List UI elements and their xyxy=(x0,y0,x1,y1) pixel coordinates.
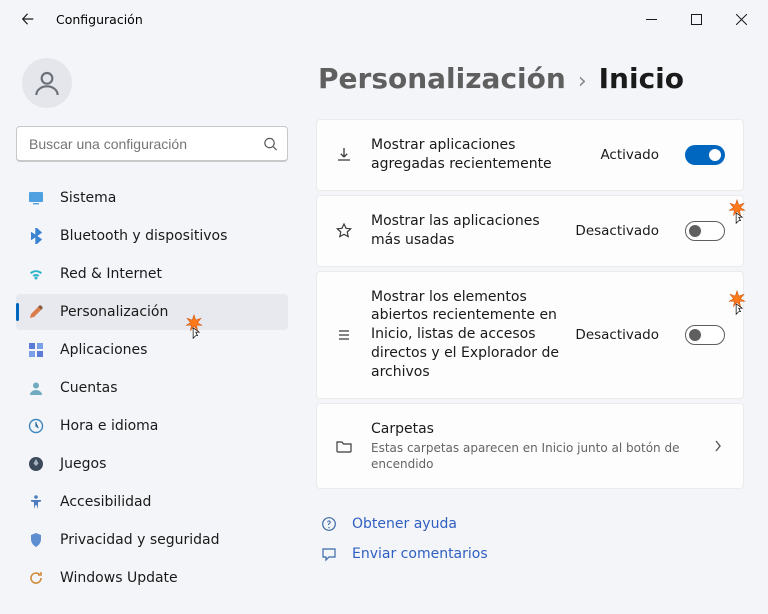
breadcrumb: Personalización › Inicio xyxy=(318,62,744,95)
shield-icon xyxy=(28,532,44,548)
setting-state-label: Activado xyxy=(600,147,659,163)
setting-title: Carpetas xyxy=(371,420,695,439)
apps-icon xyxy=(28,342,44,358)
get-help-link[interactable]: Obtener ayuda xyxy=(320,515,744,533)
sidebar-item-accounts[interactable]: Cuentas xyxy=(16,370,288,406)
sidebar-item-label: Privacidad y seguridad xyxy=(60,532,220,548)
sidebar-item-label: Personalización xyxy=(60,304,168,320)
system-icon xyxy=(28,190,44,206)
sidebar-item-personalization[interactable]: Personalización xyxy=(16,294,288,330)
chevron-right-icon xyxy=(711,439,725,453)
sidebar-item-time[interactable]: Hora e idioma xyxy=(16,408,288,444)
setting-title: Mostrar aplicaciones agregadas recientem… xyxy=(371,136,584,174)
setting-title: Mostrar los elementos abiertos recientem… xyxy=(371,288,559,382)
personalization-icon xyxy=(28,304,44,320)
setting-state-label: Desactivado xyxy=(575,223,659,239)
sidebar-item-network[interactable]: Red & Internet xyxy=(16,256,288,292)
avatar[interactable] xyxy=(22,58,72,108)
main-pane: Personalización › Inicio Mostrar aplicac… xyxy=(296,38,768,614)
toggle-recent-items[interactable] xyxy=(685,325,725,345)
setting-recent-items: Mostrar los elementos abiertos recientem… xyxy=(316,271,744,399)
sidebar-item-label: Sistema xyxy=(60,190,116,206)
wifi-icon xyxy=(28,266,44,282)
toggle-most-used[interactable] xyxy=(685,221,725,241)
help-icon xyxy=(320,515,338,533)
maximize-button[interactable] xyxy=(674,4,719,34)
download-icon xyxy=(333,146,355,164)
sidebar-item-label: Hora e idioma xyxy=(60,418,158,434)
sidebar-item-apps[interactable]: Aplicaciones xyxy=(16,332,288,368)
sidebar-item-update[interactable]: Windows Update xyxy=(16,560,288,596)
window-title: Configuración xyxy=(56,12,143,27)
toggle-recently-added[interactable] xyxy=(685,145,725,165)
chevron-right-icon: › xyxy=(578,69,587,94)
update-icon xyxy=(28,570,44,586)
sidebar-item-privacy[interactable]: Privacidad y seguridad xyxy=(16,522,288,558)
titlebar: Configuración xyxy=(0,0,768,38)
feedback-icon xyxy=(320,545,338,563)
setting-title: Mostrar las aplicaciones más usadas xyxy=(371,212,559,250)
close-button[interactable] xyxy=(719,4,764,34)
setting-recently-added: Mostrar aplicaciones agregadas recientem… xyxy=(316,119,744,191)
minimize-button[interactable] xyxy=(629,4,674,34)
sidebar-item-label: Bluetooth y dispositivos xyxy=(60,228,227,244)
accounts-icon xyxy=(28,380,44,396)
arrow-left-icon xyxy=(21,12,35,26)
link-label: Obtener ayuda xyxy=(352,516,457,532)
search-icon xyxy=(263,137,278,152)
clock-globe-icon xyxy=(28,418,44,434)
feedback-link[interactable]: Enviar comentarios xyxy=(320,545,744,563)
sidebar-item-label: Cuentas xyxy=(60,380,118,396)
folder-icon xyxy=(333,437,355,455)
close-icon xyxy=(736,14,747,25)
sidebar-item-label: Juegos xyxy=(60,456,106,472)
maximize-icon xyxy=(691,14,702,25)
setting-state-label: Desactivado xyxy=(575,327,659,343)
help-links: Obtener ayuda Enviar comentarios xyxy=(316,515,744,563)
breadcrumb-current: Inicio xyxy=(599,62,684,95)
sidebar-item-label: Red & Internet xyxy=(60,266,162,282)
list-icon xyxy=(333,326,355,344)
accessibility-icon xyxy=(28,494,44,510)
search-input[interactable] xyxy=(16,126,288,162)
sidebar-item-label: Windows Update xyxy=(60,570,178,586)
setting-subtitle: Estas carpetas aparecen en Inicio junto … xyxy=(371,441,695,472)
minimize-icon xyxy=(646,14,657,25)
breadcrumb-parent[interactable]: Personalización xyxy=(318,62,566,95)
setting-most-used: Mostrar las aplicaciones más usadas Desa… xyxy=(316,195,744,267)
sidebar-item-system[interactable]: Sistema xyxy=(16,180,288,216)
nav-list: Sistema Bluetooth y dispositivos Red & I… xyxy=(16,180,288,596)
sidebar-item-label: Accesibilidad xyxy=(60,494,151,510)
sidebar-item-gaming[interactable]: Juegos xyxy=(16,446,288,482)
gaming-icon xyxy=(28,456,44,472)
bluetooth-icon xyxy=(28,228,44,244)
sidebar-item-accessibility[interactable]: Accesibilidad xyxy=(16,484,288,520)
link-label: Enviar comentarios xyxy=(352,546,488,562)
setting-folders[interactable]: Carpetas Estas carpetas aparecen en Inic… xyxy=(316,403,744,489)
back-button[interactable] xyxy=(16,7,40,31)
star-icon xyxy=(333,222,355,240)
sidebar-item-bluetooth[interactable]: Bluetooth y dispositivos xyxy=(16,218,288,254)
search-box xyxy=(16,126,288,162)
sidebar-item-label: Aplicaciones xyxy=(60,342,147,358)
sidebar: Sistema Bluetooth y dispositivos Red & I… xyxy=(0,38,296,614)
person-icon xyxy=(31,67,63,99)
